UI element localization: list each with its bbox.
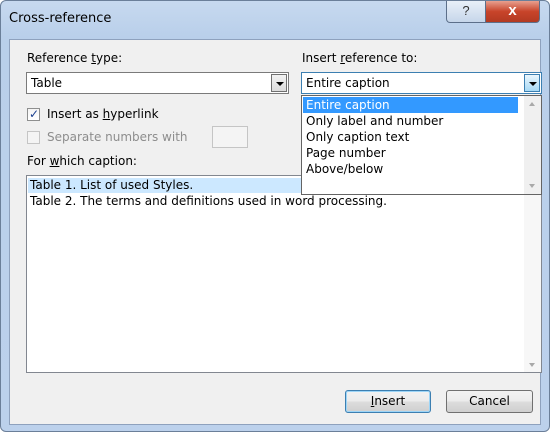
checkmark-icon: ✓ [29, 107, 40, 121]
separate-numbers-input[interactable] [212, 126, 248, 148]
dialog-title: Cross-reference [9, 11, 112, 26]
scroll-down-icon[interactable] [529, 363, 535, 367]
insert-reference-to-dropdown[interactable]: Entire caption Only label and number Onl… [301, 95, 542, 195]
insert-reference-to-label: Insert reference to: [302, 51, 418, 65]
insert-as-hyperlink-label[interactable]: Insert as hyperlink [47, 107, 159, 121]
reference-type-label: Reference type: [27, 51, 123, 65]
reference-type-value: Table [31, 76, 63, 90]
separate-numbers-label: Separate numbers with [47, 130, 188, 144]
chevron-down-icon[interactable] [524, 74, 540, 92]
dropdown-scrollbar[interactable] [524, 96, 541, 194]
close-icon: x [508, 2, 517, 19]
chevron-down-icon[interactable] [271, 74, 287, 92]
help-icon: ? [462, 3, 470, 18]
help-button[interactable]: ? [446, 1, 486, 23]
insert-reference-to-select[interactable]: Entire caption [301, 72, 542, 94]
dropdown-option-above-below[interactable]: Above/below [303, 161, 383, 177]
list-item[interactable]: Table 1. List of used Styles. [28, 178, 330, 193]
dropdown-option-caption-text[interactable]: Only caption text [303, 129, 409, 145]
close-button[interactable]: x [485, 1, 540, 23]
for-which-caption-label: For which caption: [27, 154, 137, 168]
scroll-down-icon[interactable] [529, 184, 535, 188]
reference-type-select[interactable]: Table [26, 72, 289, 94]
insert-as-hyperlink-checkbox[interactable]: ✓ [27, 107, 40, 121]
dropdown-option-label-and-number[interactable]: Only label and number [303, 113, 443, 129]
cancel-button[interactable]: Cancel [446, 390, 533, 413]
caption-list-scrollbar[interactable] [524, 176, 541, 372]
insert-button[interactable]: Insert [345, 390, 431, 413]
scroll-up-icon[interactable] [529, 102, 535, 106]
dropdown-option-page-number[interactable]: Page number [303, 145, 386, 161]
separate-numbers-checkbox[interactable] [27, 131, 40, 144]
dropdown-option-entire-caption[interactable]: Entire caption [303, 97, 518, 113]
list-item[interactable]: Table 2. The terms and definitions used … [28, 194, 387, 209]
insert-reference-to-value: Entire caption [306, 76, 390, 90]
caption-listbox[interactable]: Table 1. List of used Styles. Table 2. T… [26, 175, 542, 373]
